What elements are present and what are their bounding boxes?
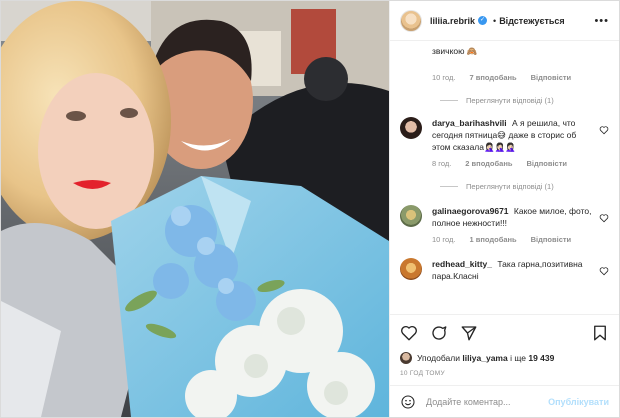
commenter-avatar[interactable] [400,117,422,139]
reply-button[interactable]: Відповісти [531,235,572,244]
comment-time[interactable]: 10 год. [432,73,455,82]
liker-avatar[interactable] [400,352,412,364]
comment-time[interactable]: 8 год. [432,159,451,168]
like-comment-heart-icon[interactable] [599,125,609,135]
emoji-smiley-icon[interactable] [400,394,416,410]
likes-middle: і ще [510,353,526,363]
add-comment-bar: Опублікувати [390,385,619,417]
replies-divider [440,186,458,187]
likes-prefix: Уподобали [417,353,460,363]
comment-text: galinaegorova9671 Какое милое, фото, пол… [432,205,593,229]
reply-button[interactable]: Відповісти [531,73,572,82]
likes-summary: Уподобали liliya_yama і ще 19 439 [390,350,619,366]
verified-badge-icon: ✓ [478,16,488,25]
more-dots-icon[interactable]: ••• [594,15,609,27]
comments-list[interactable]: звичкою 🙈 10 год. 7 вподобань Відповісти… [390,41,619,314]
like-comment-heart-icon[interactable] [599,266,609,276]
comment-likes[interactable]: 2 вподобань [465,159,512,168]
comment-bubble-icon[interactable] [430,324,448,342]
view-replies-label: Переглянути відповіді (1) [466,182,554,191]
comment-likes[interactable]: 7 вподобань [469,73,516,82]
comment-item: darya_barihashvili А я решила, что сегод… [400,117,609,168]
author-username[interactable]: liliia.rebrik [430,16,475,26]
comment-input[interactable] [426,396,549,407]
commenter-avatar[interactable] [400,258,422,280]
instagram-post-modal: liliia.rebrik ✓ • Відстежується ••• звич… [0,0,620,418]
replies-divider [440,100,458,101]
publish-button[interactable]: Опублікувати [548,397,609,407]
reply-button[interactable]: Відповісти [526,159,567,168]
comment-meta: 10 год. 1 вподобань Відповісти [432,235,593,244]
photo-illustration [1,1,389,417]
following-button[interactable]: Відстежується [499,16,564,26]
view-replies-label: Переглянути відповіді (1) [466,96,554,105]
post-timestamp[interactable]: 10 ГОД ТОМУ [390,366,619,385]
post-header: liliia.rebrik ✓ • Відстежується ••• [390,1,619,41]
comment-time[interactable]: 10 год. [432,235,455,244]
comment-body: galinaegorova9671 Какое милое, фото, пол… [432,205,609,244]
comment-item: звичкою 🙈 10 год. 7 вподобань Відповісти [400,45,609,82]
comment-meta: 10 год. 7 вподобань Відповісти [432,73,609,82]
comment-text: звичкою 🙈 [432,46,478,56]
view-replies-button[interactable]: Переглянути відповіді (1) [440,96,609,105]
view-replies-button[interactable]: Переглянути відповіді (1) [440,182,609,191]
post-sidebar: liliia.rebrik ✓ • Відстежується ••• звич… [389,1,619,417]
likes-count[interactable]: 19 439 [528,353,554,363]
author-avatar[interactable] [400,9,422,32]
post-photo[interactable] [1,1,389,417]
header-separator: • [493,15,497,26]
share-send-icon[interactable] [460,324,478,342]
comment-text: darya_barihashvili А я решила, что сегод… [432,117,593,153]
post-actions-bar [390,314,619,350]
comment-item: galinaegorova9671 Какое милое, фото, пол… [400,205,609,244]
comment-body: redhead_kitty_ Така гарна,позитивна пара… [432,258,609,282]
comment-meta: 8 год. 2 вподобань Відповісти [432,159,593,168]
commenter-username[interactable]: galinaegorova9671 [432,206,509,216]
commenter-avatar[interactable] [400,205,422,227]
like-comment-heart-icon[interactable] [599,213,609,223]
bookmark-icon[interactable] [591,324,609,342]
commenter-username[interactable]: darya_barihashvili [432,118,507,128]
comment-text: redhead_kitty_ Така гарна,позитивна пара… [432,258,593,282]
like-heart-icon[interactable] [400,324,418,342]
liker-username[interactable]: liliya_yama [462,353,507,363]
comment-body: darya_barihashvili А я решила, что сегод… [432,117,609,168]
commenter-username[interactable]: redhead_kitty_ [432,259,492,269]
comment-item: redhead_kitty_ Така гарна,позитивна пара… [400,258,609,282]
comment-likes[interactable]: 1 вподобань [469,235,516,244]
